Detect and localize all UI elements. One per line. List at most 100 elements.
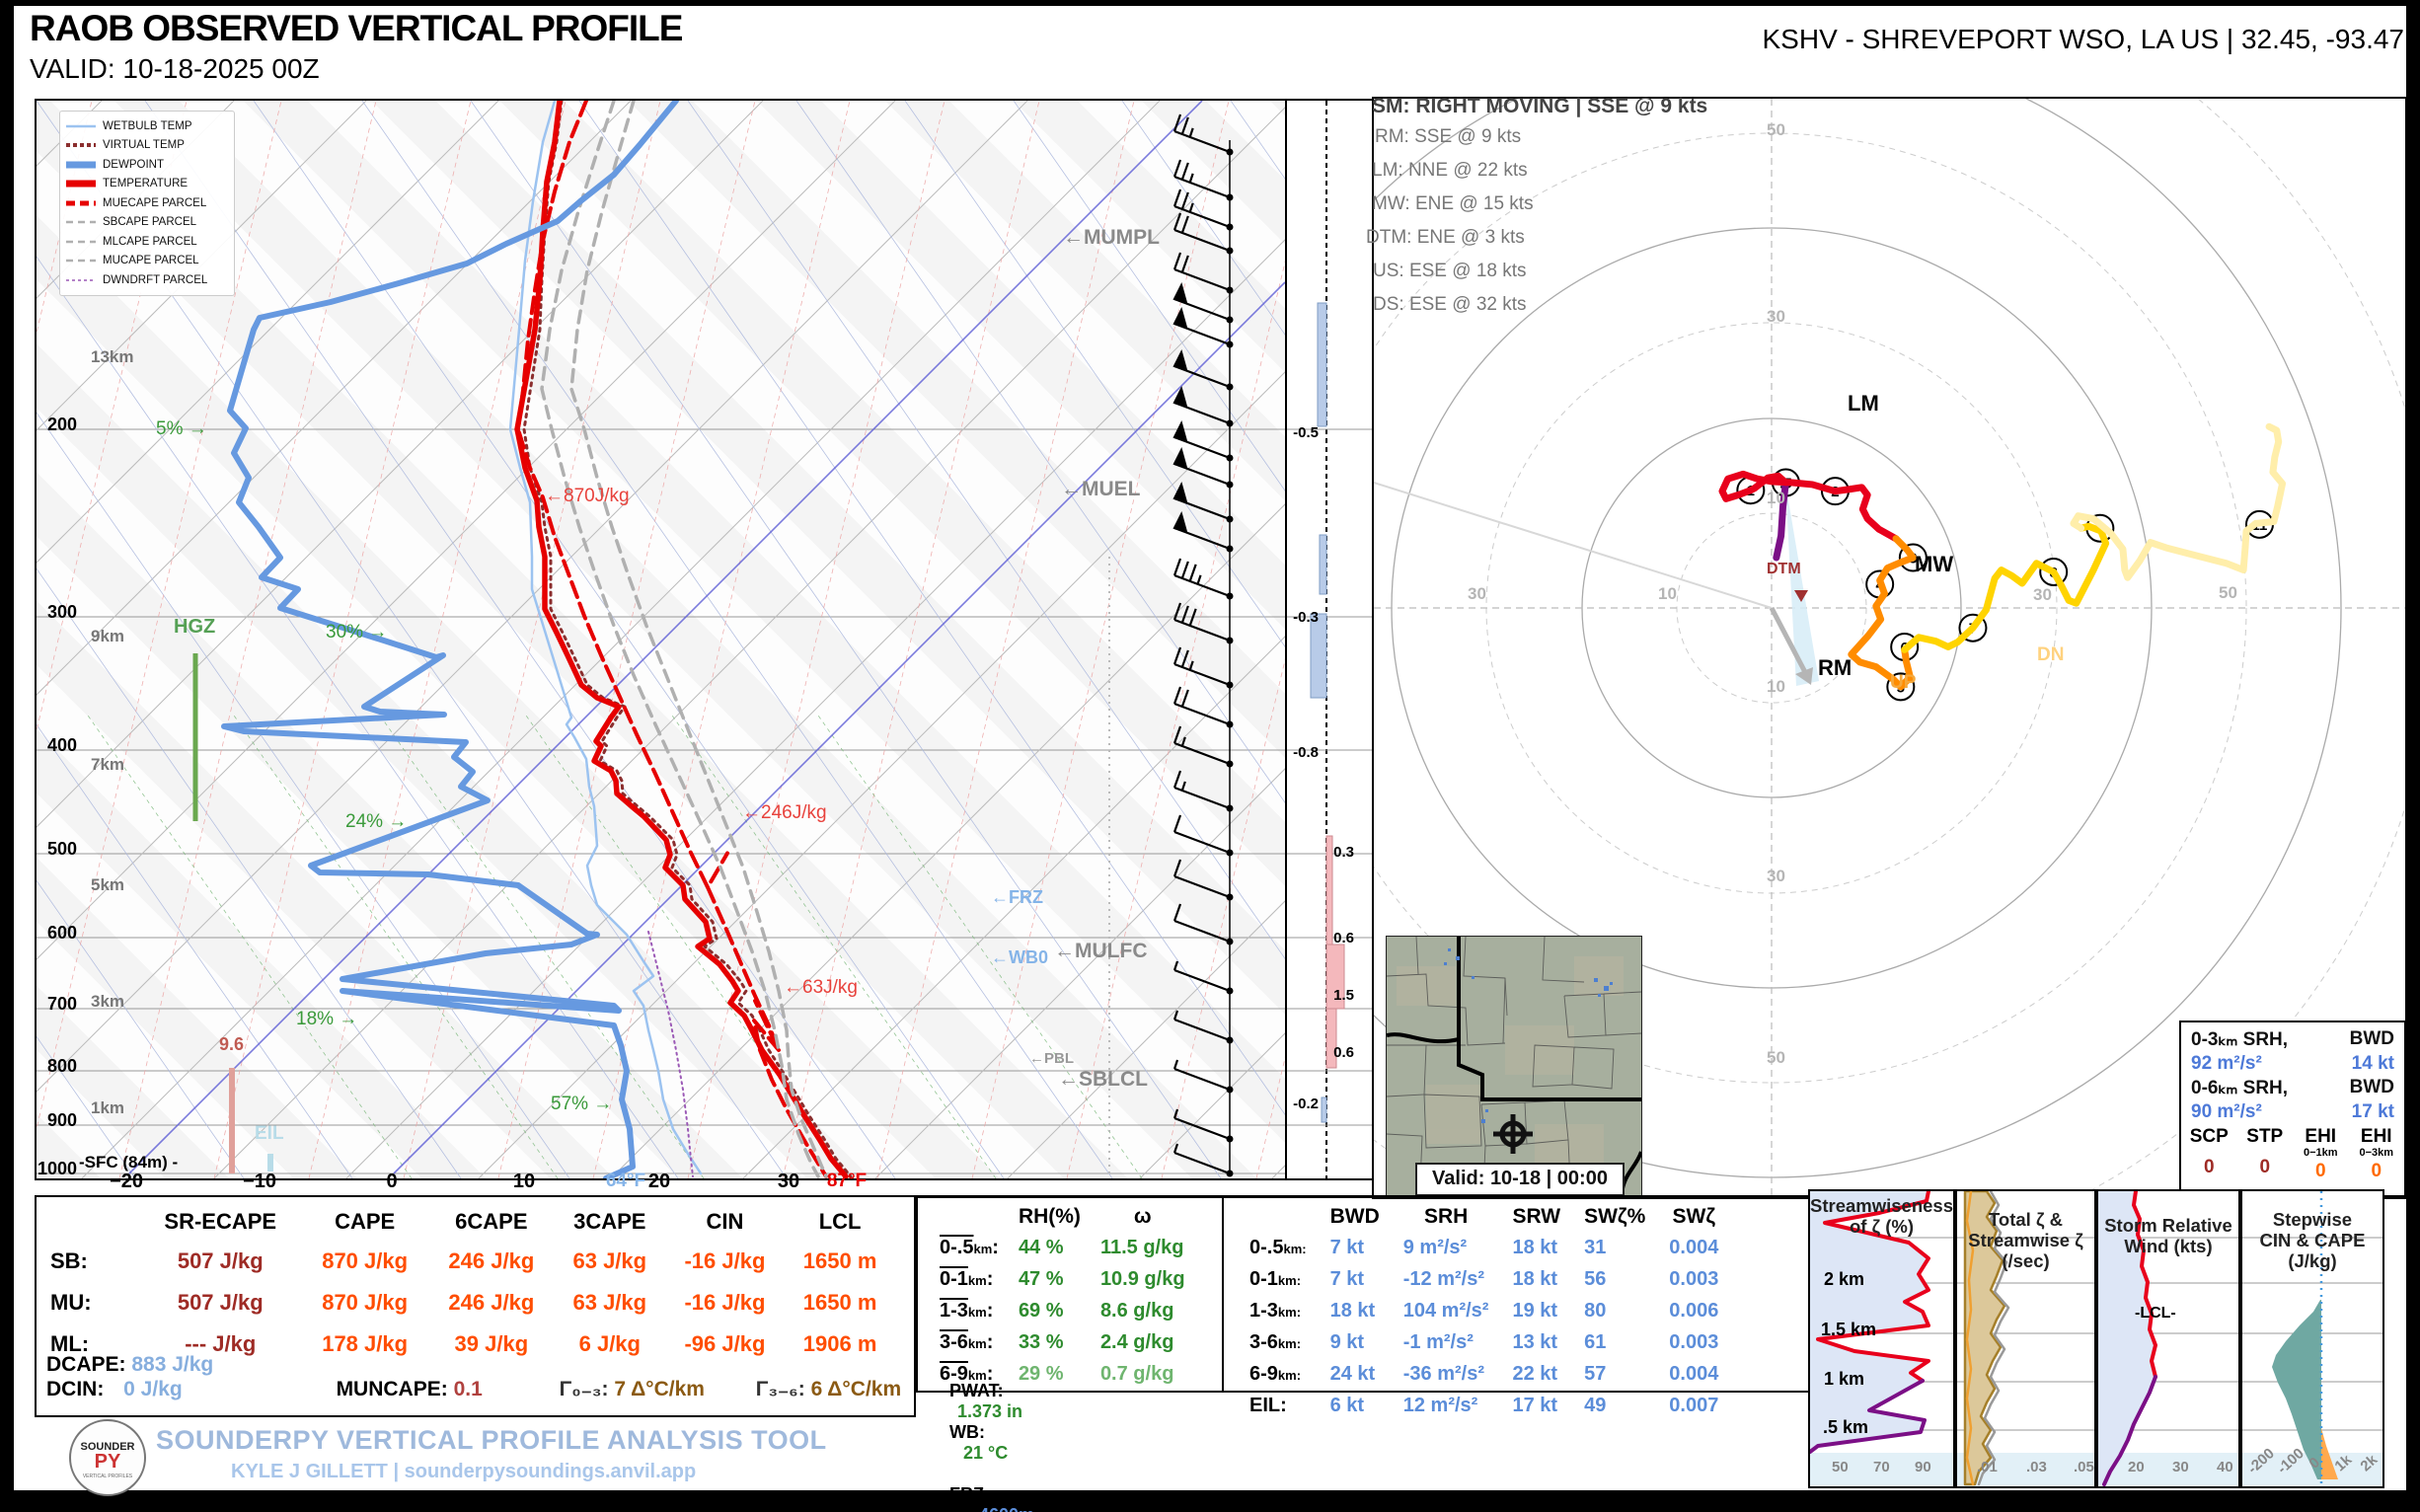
omega-strip (1285, 99, 1374, 1180)
skewt-profile-curves (224, 101, 851, 1178)
stp-label: STP (2237, 1129, 2294, 1145)
omega-down-bars (1326, 836, 1344, 1068)
stepwise-title: StepwiseCIN & CAPE(J/kg) (2242, 1209, 2382, 1271)
bwd-col: BWD (1319, 1202, 1392, 1232)
hodo-6-9km (1905, 526, 2106, 649)
sounderpy-figure: RAOB OBSERVED VERTICAL PROFILE VALID: 10… (0, 0, 2420, 1512)
total-zeta-panel: Total ζ &Streamwise ζ(/sec) (1955, 1189, 2096, 1488)
rh-value: 47 % (1009, 1263, 1091, 1295)
frz-label: FRZ: (949, 1484, 990, 1504)
shear-value: 9 kt (1319, 1326, 1392, 1358)
omega-value: 2.4 g/kg (1091, 1326, 1195, 1358)
shear-row: 1-3km:18 kt104 m²/s²19 kt800.006 (1238, 1295, 1730, 1326)
ehi1-sublabel: 0−1km (2293, 1145, 2349, 1161)
shear-value: 80 (1572, 1295, 1657, 1326)
station-info: KSHV - SHREVEPORT WSO, LA US | 32.45, -9… (1763, 24, 2405, 55)
dcin-label: DCIN: (46, 1378, 104, 1400)
ehi3-value: 0 (2349, 1161, 2405, 1182)
srw-panel: Storm RelativeWind (kts) (2096, 1189, 2240, 1488)
rh-row: 0-1km: 47 % 10.9 g/kg (930, 1263, 1195, 1295)
page-title: RAOB OBSERVED VERTICAL PROFILE (30, 8, 682, 49)
map-inset (1386, 936, 1642, 1196)
wind-barb (1174, 726, 1234, 768)
skewt-panel: WETBULB TEMP VIRTUAL TEMP DEWPOINT TEMPE… (35, 99, 1287, 1180)
omega-value: 11.5 g/kg (1091, 1232, 1195, 1263)
virtual-temp (524, 101, 851, 1176)
legend-label: DEWPOINT (103, 159, 164, 171)
col-3cape: 3CAPE (555, 1203, 665, 1241)
ehi1-value: 0 (2293, 1161, 2349, 1182)
shear-value: 0.003 (1657, 1263, 1730, 1295)
scp-value: 0 (2181, 1157, 2237, 1178)
shear-row: EIL:6 kt12 m²/s²17 kt490.007 (1238, 1390, 1730, 1421)
legend-label: VIRTUAL TEMP (103, 139, 185, 151)
shear-row: 3-6km:9 kt-1 m²/s²13 kt610.003 (1238, 1326, 1730, 1358)
srh-info-box: 0-3ₖₘ SRH, BWD 92 m²/s² 14 kt 0-6ₖₘ SRH,… (2179, 1021, 2406, 1197)
srh-03-label: 0-3ₖₘ SRH, (2191, 1028, 2309, 1051)
hodo-3-6km (1852, 539, 1914, 687)
legend-label: DWNDRFT PARCEL (103, 274, 207, 286)
sfc-vector-line (1374, 483, 1772, 608)
dcape-label: DCAPE: (46, 1353, 126, 1376)
wind-barb (1174, 603, 1234, 644)
col-lcl: LCL (785, 1203, 895, 1241)
dcin-value: 0 J/kg (123, 1378, 183, 1400)
shear-table: BWD SRH SRW SWζ% SWζ 0-.5km:7 kt9 m²/s²1… (1238, 1202, 1730, 1421)
legend-item: SBCAPE PARCEL (66, 213, 228, 233)
streamwiseness-title: Streamwisenessof ζ (%) (1810, 1195, 1953, 1237)
cape-table: SR-ECAPE CAPE 6CAPE 3CAPE CIN LCL SB: 50… (46, 1203, 895, 1365)
valid-time: VALID: 10-18-2025 00Z (30, 53, 320, 85)
rh-value: 44 % (1009, 1232, 1091, 1263)
wind-barb (1174, 514, 1234, 553)
shear-value: 104 m²/s² (1392, 1295, 1501, 1326)
legend-label: MUECAPE PARCEL (103, 197, 206, 209)
shear-value: 17 kt (1500, 1390, 1572, 1421)
skewt-grid (37, 429, 1285, 1173)
legend-item: WETBULB TEMP (66, 116, 228, 136)
shear-value: 13 kt (1500, 1326, 1572, 1358)
rh-row: 3-6km: 33 % 2.4 g/kg (930, 1326, 1195, 1358)
omega-value: 0.7 g/kg (1091, 1358, 1195, 1390)
legend-label: WETBULB TEMP (103, 120, 192, 132)
bwd-03-value: 14 kt (2309, 1053, 2394, 1075)
rh-value: 69 % (1009, 1295, 1091, 1326)
wind-barbs (1174, 114, 1234, 1177)
figure-canvas: RAOB OBSERVED VERTICAL PROFILE VALID: 10… (14, 6, 2406, 1490)
rh-row: 6-9km: 29 % 0.7 g/kg (930, 1358, 1195, 1390)
rh-row-label: 6-9km: (930, 1358, 1009, 1390)
wind-barb (1174, 485, 1234, 523)
shear-value: 18 kt (1319, 1295, 1392, 1326)
wind-barb (1174, 860, 1234, 901)
shear-value: 49 (1572, 1390, 1657, 1421)
shear-row-label: 6-9km: (1238, 1358, 1319, 1390)
muecape-parcel-low (708, 887, 779, 1050)
rh-value: 29 % (1009, 1358, 1091, 1390)
col-srecape: SR-ECAPE (139, 1203, 302, 1241)
dewpoint (224, 101, 676, 1178)
rh-row: 1-3km: 69 % 8.6 g/kg (930, 1295, 1195, 1326)
shear-row: 0-.5km:7 kt9 m²/s²18 kt310.004 (1238, 1232, 1730, 1263)
total-zeta-title: Total ζ &Streamwise ζ(/sec) (1957, 1209, 2094, 1271)
table-divider (1222, 1195, 1224, 1393)
wind-barb (1174, 961, 1234, 995)
shear-value: 18 kt (1500, 1263, 1572, 1295)
shear-value: 0.004 (1657, 1232, 1730, 1263)
wind-barb (1174, 389, 1234, 427)
shear-value: 9 m²/s² (1392, 1232, 1501, 1263)
map-valid-box: Valid: 10-18 | 00:00 (1415, 1163, 1625, 1196)
ehi1-label: EHI (2293, 1129, 2349, 1145)
rh-row-label: 0-.5km: (930, 1232, 1009, 1263)
wind-barb (1174, 213, 1234, 255)
wind-barb (1174, 904, 1234, 945)
srh-06-label: 0-6ₖₘ SRH, (2191, 1077, 2309, 1099)
shear-value: -12 m²/s² (1392, 1263, 1501, 1295)
table-header-row: SR-ECAPE CAPE 6CAPE 3CAPE CIN LCL (46, 1203, 895, 1241)
omega-col-header: ω (1091, 1202, 1195, 1232)
srh-col: SRH (1392, 1202, 1501, 1232)
logo-text-py: PY (71, 1451, 144, 1474)
muncape-value: 0.1 (454, 1378, 483, 1400)
shear-value: 7 kt (1319, 1263, 1392, 1295)
omega-up-bars (1311, 303, 1326, 1122)
swzpct-col: SWζ% (1572, 1202, 1657, 1232)
bwd-06-value: 17 kt (2309, 1101, 2394, 1123)
